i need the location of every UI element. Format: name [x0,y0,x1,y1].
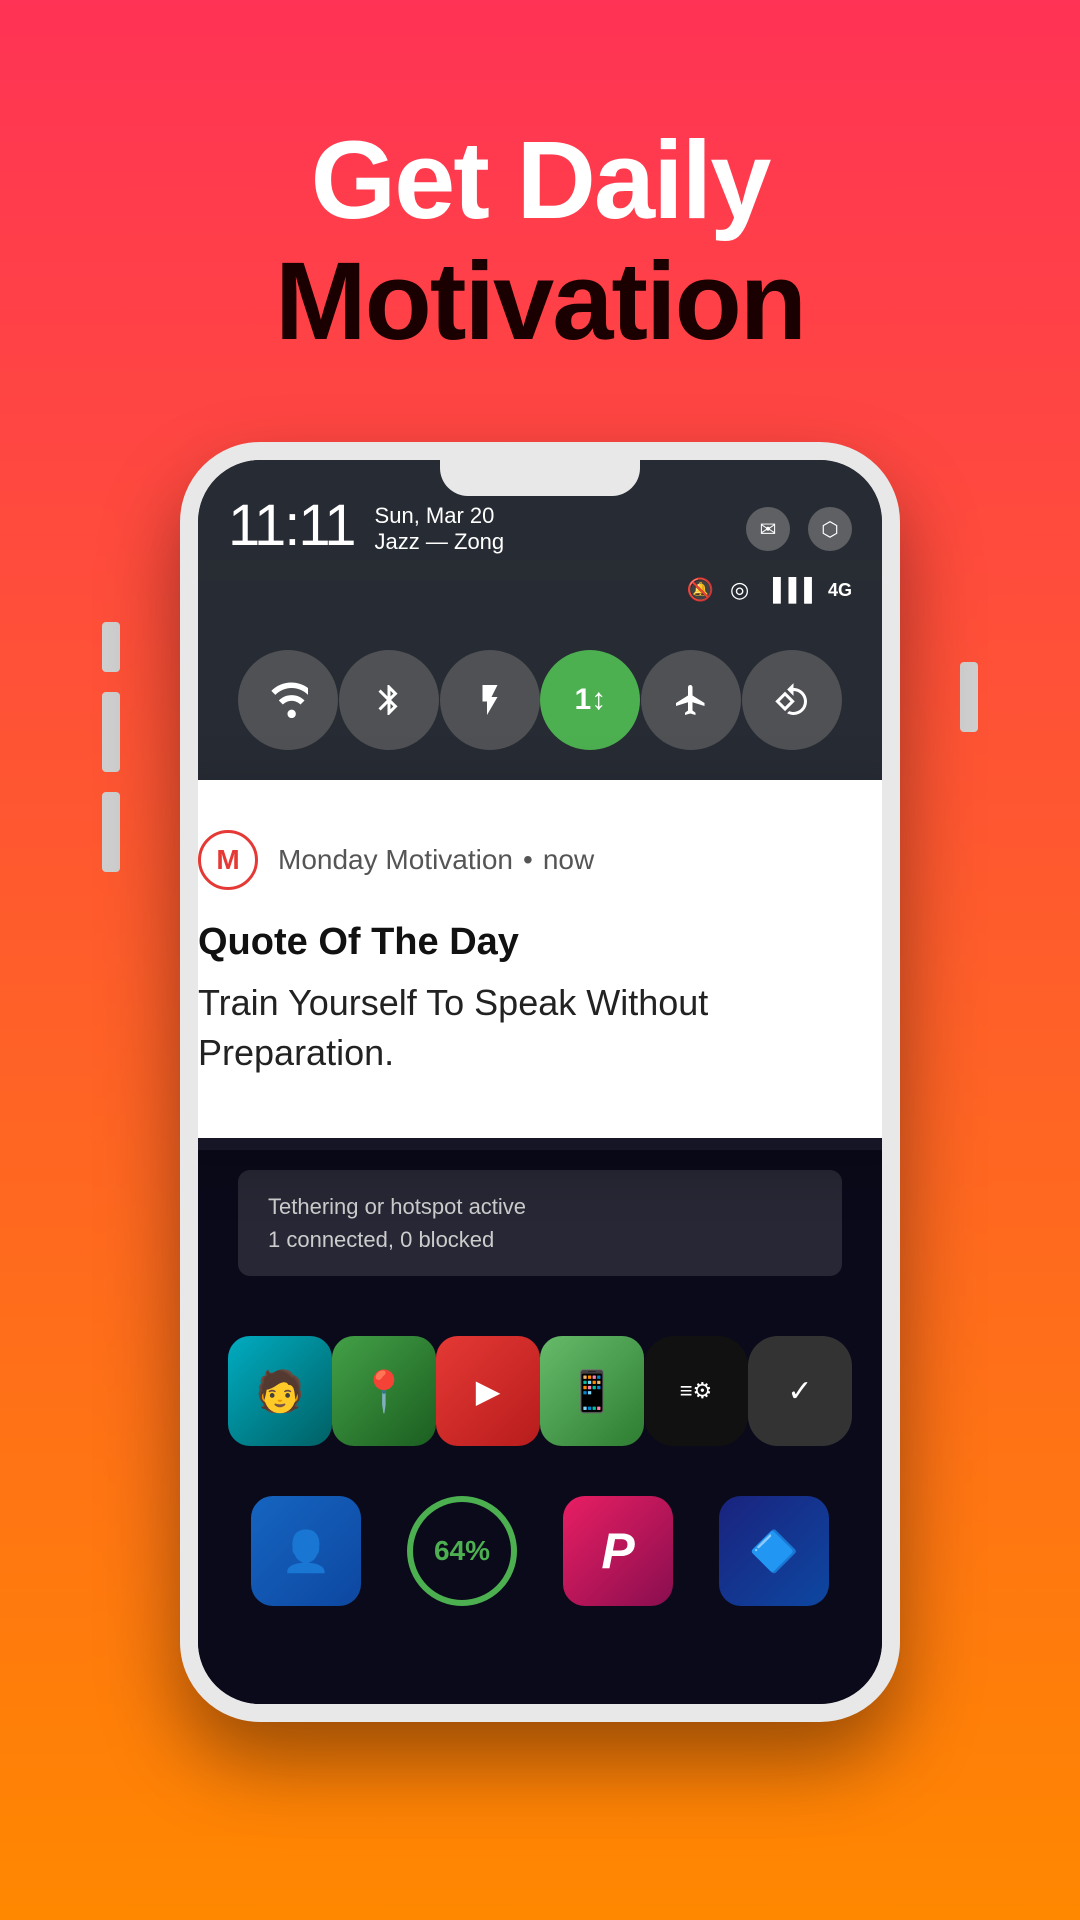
wifi-icon: ◎ [730,577,749,603]
status-icons-right: ✉ ⬡ [746,507,852,551]
home-icons-row2: 👤 64% P 🔷 [198,1466,882,1636]
hero-section: Get Daily Motivation [0,0,1080,422]
battery-percent: 64% [434,1535,490,1567]
bluetooth-toggle[interactable] [339,650,439,750]
notif-header: M Monday Motivation • now [198,830,882,890]
tethering-card: Tethering or hotspot active 1 connected,… [238,1170,842,1276]
mail-icon: ✉ [746,507,790,551]
app-icon-check[interactable]: ✓ [748,1336,852,1446]
app-icon-darkblue[interactable]: 🔷 [719,1496,829,1606]
app-icon-pixellab[interactable]: P [563,1496,673,1606]
app-icon-maps[interactable]: 📍 [332,1336,436,1446]
data-toggle[interactable]: 1↕ [540,650,640,750]
airplane-toggle[interactable] [641,650,741,750]
power-button [960,662,978,732]
silent-icon: 🔕 [687,577,714,603]
app-icon-contacts[interactable]: 🧑 [228,1336,332,1446]
settings-icon: ⬡ [808,507,852,551]
notif-app-icon: M [198,830,258,890]
app-icon-battery[interactable]: 64% [407,1496,517,1606]
status-bar-secondary: 🔕 ◎ ▐▐▐ 4G [198,560,882,620]
notif-title: Quote Of The Day [198,920,882,966]
app-icon-app4[interactable]: 📱 [540,1336,644,1446]
quick-toggles: 1↕ [198,620,882,780]
phone-notch [440,460,640,496]
tethering-section: Tethering or hotspot active 1 connected,… [198,1150,882,1276]
home-icons-row1: 🧑 📍 ▶ 📱 ≡⚙ ✓ [198,1296,882,1466]
phone-frame: 11:11 Sun, Mar 20 Jazz — Zong ✉ ⬡ 🔕 ◎ ▐▐… [180,442,900,1722]
hero-line2: Motivation [0,241,1080,362]
phone-home-screen: Tethering or hotspot active 1 connected,… [198,1150,882,1704]
volume-down-button [102,792,120,872]
rotation-toggle[interactable] [742,650,842,750]
tethering-line1: Tethering or hotspot active [268,1190,812,1223]
app-icon-user[interactable]: 👤 [251,1496,361,1606]
tethering-line2: 1 connected, 0 blocked [268,1223,812,1256]
wifi-toggle[interactable] [238,650,338,750]
hero-line1: Get Daily [0,120,1080,241]
notif-app-name: Monday Motivation [278,844,513,876]
status-time: 11:11 [228,492,355,559]
notif-separator: • [523,844,533,876]
app-icon-menu[interactable]: ≡⚙ [644,1336,748,1446]
status-carrier: Jazz — Zong [375,529,505,555]
signal-bars: ▐▐▐ [765,577,812,603]
volume-up-button [102,692,120,772]
notif-body: Train Yourself To Speak Without Preparat… [198,978,882,1079]
phone-wrapper: 11:11 Sun, Mar 20 Jazz — Zong ✉ ⬡ 🔕 ◎ ▐▐… [130,442,950,1722]
status-info: Sun, Mar 20 Jazz — Zong [375,503,505,555]
status-date: Sun, Mar 20 [375,503,505,529]
4g-icon: 4G [828,580,852,601]
notif-time: now [543,844,594,876]
flashlight-toggle[interactable] [440,650,540,750]
notification-card: M Monday Motivation • now Quote Of The D… [180,780,900,1138]
volume-silent-button [102,622,120,672]
app-icon-youtube[interactable]: ▶ [436,1336,540,1446]
